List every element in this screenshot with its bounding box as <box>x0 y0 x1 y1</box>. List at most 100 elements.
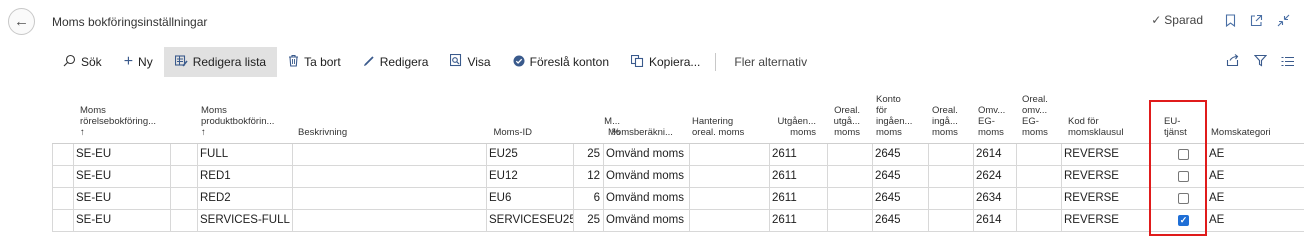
delete-button[interactable]: Ta bort <box>277 47 352 77</box>
cell-id[interactable]: EU25 <box>486 144 573 165</box>
suggest-accounts-button[interactable]: Föreslå konton <box>502 47 620 77</box>
cell-clause[interactable]: REVERSE <box>1061 144 1150 165</box>
cell-bus[interactable]: SE-EU <box>73 188 170 209</box>
collapse-icon[interactable] <box>1277 14 1290 27</box>
cell-unrrev[interactable] <box>1016 144 1061 165</box>
cell-calc[interactable]: Omvänd moms <box>603 166 689 187</box>
header-line: för <box>876 105 888 116</box>
cell-clause[interactable]: REVERSE <box>1061 166 1150 187</box>
cell-sales[interactable]: 2611 <box>769 144 827 165</box>
cell-nonded[interactable] <box>689 188 769 209</box>
list-view-icon[interactable] <box>1281 54 1294 70</box>
cell-unrsales[interactable] <box>827 188 872 209</box>
cell-prod[interactable]: SERVICES-FULL <box>197 210 292 231</box>
open-new-window-icon[interactable] <box>1250 14 1263 27</box>
bookmark-icon[interactable] <box>1225 13 1236 27</box>
col-header-vat-calculation-type[interactable]: Momsberäkni... <box>608 127 688 138</box>
cell-cat[interactable]: AE <box>1206 210 1302 231</box>
cell-nonded[interactable] <box>689 210 769 231</box>
col-header-vat-identifier[interactable]: Moms-ID <box>472 127 532 138</box>
cell-rev[interactable]: 2614 <box>973 210 1016 231</box>
cell-unrsales[interactable] <box>827 210 872 231</box>
cell-sales[interactable]: 2611 <box>769 188 827 209</box>
cell-calc[interactable]: Omvänd moms <box>603 210 689 231</box>
new-button[interactable]: + Ny <box>113 47 164 77</box>
back-button[interactable]: ← <box>8 8 35 35</box>
cell-purch[interactable]: 2645 <box>872 188 928 209</box>
cell-pct[interactable]: 6 <box>573 188 603 209</box>
cell-unrrev[interactable] <box>1016 210 1061 231</box>
cell-calc[interactable]: Omvänd moms <box>603 188 689 209</box>
cell-divider <box>170 210 171 231</box>
cell-desc[interactable] <box>292 210 485 231</box>
vat-posting-setup-grid: Moms rörelsebokföring... ↑ Moms produktb… <box>52 84 1304 236</box>
cell-unrsales[interactable] <box>827 144 872 165</box>
cell-clause[interactable]: REVERSE <box>1061 210 1150 231</box>
cell-pct[interactable]: 25 <box>573 144 603 165</box>
cell-purch[interactable]: 2645 <box>872 210 928 231</box>
cell-purch[interactable]: 2645 <box>872 144 928 165</box>
cell-nonded[interactable] <box>689 166 769 187</box>
cell-prod[interactable]: FULL <box>197 144 292 165</box>
cell-cat[interactable]: AE <box>1206 166 1302 187</box>
header-line: momsklausul <box>1068 127 1124 138</box>
cell-bus[interactable]: SE-EU <box>73 210 170 231</box>
cell-cat[interactable]: AE <box>1206 144 1302 165</box>
cell-pct[interactable]: 12 <box>573 166 603 187</box>
cell-bus[interactable]: SE-EU <box>73 166 170 187</box>
cell-sales[interactable]: 2611 <box>769 166 827 187</box>
cell-calc[interactable]: Omvänd moms <box>603 144 689 165</box>
table-row[interactable]: SE-EU SERVICES-FULL SERVICESEU25 25 Omvänd m… <box>52 210 1304 232</box>
table-row[interactable]: SE-EU RED2 EU6 6 Omvänd moms 2611 2645 2634 REVE… <box>52 188 1304 210</box>
edit-button[interactable]: Redigera <box>352 47 440 77</box>
col-header-sales-vat-unreal-account[interactable]: Oreal. utgå... moms <box>820 105 860 138</box>
copy-button[interactable]: Kopiera... <box>620 47 711 77</box>
cell-clause[interactable]: REVERSE <box>1061 188 1150 209</box>
cell-sales[interactable]: 2611 <box>769 210 827 231</box>
col-header-vat-prod-posting-group[interactable]: Moms produktbokförin... ↑ <box>201 105 289 138</box>
col-header-vat-clause-code[interactable]: Kod för momsklausul <box>1068 116 1138 138</box>
col-header-reverse-chrg-vat-unreal-acc[interactable]: Oreal. omv... EG- moms <box>1022 94 1062 138</box>
more-options-button[interactable]: Fler alternativ <box>726 47 815 77</box>
cell-rev[interactable]: 2634 <box>973 188 1016 209</box>
cell-pct[interactable]: 25 <box>573 210 603 231</box>
cell-prod[interactable]: RED1 <box>197 166 292 187</box>
col-header-description[interactable]: Beskrivning <box>298 127 398 138</box>
cell-rev[interactable]: 2624 <box>973 166 1016 187</box>
cell-unrpurch[interactable] <box>928 210 973 231</box>
col-header-sales-vat-account[interactable]: Utgåen... moms <box>752 116 816 138</box>
cell-desc[interactable] <box>292 188 485 209</box>
view-button[interactable]: Visa <box>439 47 501 77</box>
cell-desc[interactable] <box>292 144 485 165</box>
cell-bus[interactable]: SE-EU <box>73 144 170 165</box>
cell-nonded[interactable] <box>689 144 769 165</box>
filter-icon[interactable] <box>1253 54 1268 70</box>
col-header-reverse-chrg-vat-acc[interactable]: Omv... EG- moms <box>978 105 1014 138</box>
cell-unrsales[interactable] <box>827 166 872 187</box>
cell-cat[interactable]: AE <box>1206 188 1302 209</box>
cell-unrpurch[interactable] <box>928 144 973 165</box>
cell-rev[interactable]: 2614 <box>973 144 1016 165</box>
col-header-purchase-vat-account[interactable]: Konto för ingåen... moms <box>876 94 926 138</box>
cell-unrpurch[interactable] <box>928 166 973 187</box>
col-header-vat-category[interactable]: Momskategori <box>1211 127 1291 138</box>
cell-desc[interactable] <box>292 166 485 187</box>
col-header-purch-vat-unreal-account[interactable]: Oreal. ingå... moms <box>932 105 968 138</box>
cell-unrrev[interactable] <box>1016 188 1061 209</box>
search-button[interactable]: Sök <box>52 47 113 77</box>
cell-unrrev[interactable] <box>1016 166 1061 187</box>
col-header-vat-bus-posting-group[interactable]: Moms rörelsebokföring... ↑ <box>80 105 180 138</box>
table-row[interactable]: SE-EU FULL EU25 25 Omvänd moms 2611 2645 2614 RE… <box>52 144 1304 166</box>
cell-purch[interactable]: 2645 <box>872 166 928 187</box>
cell-divider <box>52 166 53 187</box>
table-row[interactable]: SE-EU RED1 EU12 12 Omvänd moms 2611 2645 2624 RE… <box>52 166 1304 188</box>
edit-list-button[interactable]: Redigera lista <box>163 47 278 77</box>
share-icon[interactable] <box>1226 54 1240 70</box>
cell-prod[interactable]: RED2 <box>197 188 292 209</box>
cell-id[interactable]: EU12 <box>486 166 573 187</box>
cell-unrpurch[interactable] <box>928 188 973 209</box>
header-line: Oreal. <box>834 105 860 116</box>
cell-id[interactable]: SERVICESEU25 <box>486 210 573 231</box>
cell-id[interactable]: EU6 <box>486 188 573 209</box>
cell-divider <box>52 210 53 231</box>
